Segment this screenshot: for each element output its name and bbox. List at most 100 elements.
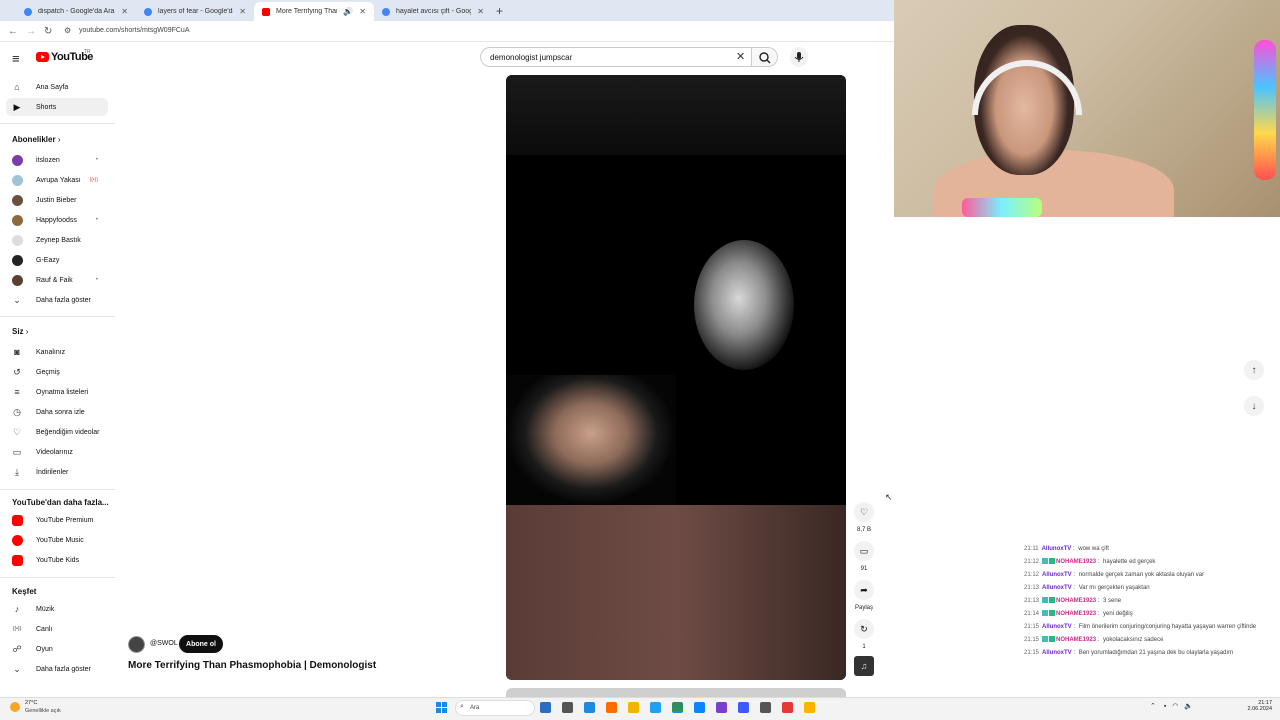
taskbar-app-icon[interactable] bbox=[694, 702, 705, 713]
close-icon[interactable]: ✕ bbox=[121, 7, 128, 16]
tab-hayalet-avcisi[interactable]: hayalet avcısı çift - Google'da A ✕ bbox=[374, 2, 492, 21]
new-tab-button[interactable]: + bbox=[496, 4, 503, 18]
speaker-icon[interactable]: 🔊 bbox=[343, 7, 353, 16]
comment-icon: ▭ bbox=[859, 545, 869, 556]
sidebar-item-mu-zik[interactable]: ♪ Müzik bbox=[6, 600, 108, 618]
search-icon: ⌕ bbox=[460, 703, 464, 710]
sidebar-item-avrupa-yakas[interactable]: Avrupa Yakası ((•)) bbox=[6, 171, 108, 189]
home-icon: ⌂ bbox=[14, 82, 20, 92]
taskbar-search[interactable]: ⌕ Ara bbox=[455, 700, 535, 716]
subscriptions-heading[interactable]: Abonelikler › bbox=[12, 135, 60, 144]
you-heading[interactable]: Siz › bbox=[12, 327, 28, 336]
avatar bbox=[11, 274, 23, 286]
sidebar-item-rauf-faik[interactable]: Rauf & Faik • bbox=[6, 271, 108, 289]
weather-sun-icon[interactable] bbox=[10, 702, 20, 712]
sidebar-item-videolar-n-z[interactable]: ▭ Videolarınız bbox=[6, 443, 108, 461]
sidebar-item-oynatma-listeleri[interactable]: ≡ Oynatma listeleri bbox=[6, 383, 108, 401]
taskbar-app-icon[interactable] bbox=[716, 702, 727, 713]
weather-description[interactable]: Genellikle açık bbox=[25, 708, 61, 714]
subscribe-button[interactable]: Abone ol bbox=[179, 635, 223, 653]
app-tray-icon[interactable]: ▪ bbox=[1164, 703, 1166, 710]
sidebar-item-justin-bieber[interactable]: Justin Bieber bbox=[6, 191, 108, 209]
sidebar-item-home[interactable]: ⌂ Ana Sayfa bbox=[6, 78, 108, 96]
new-content-indicator: ((•)) bbox=[89, 177, 98, 183]
url-field[interactable]: youtube.com/shorts/mtsgW09FCuA bbox=[79, 27, 190, 34]
taskbar-app-icon[interactable] bbox=[562, 702, 573, 713]
taskbar-app-icon[interactable] bbox=[540, 702, 551, 713]
tab-dispatch[interactable]: dispatch - Google'da Ara ✕ bbox=[16, 2, 136, 21]
previous-short-button[interactable]: ↑ bbox=[1244, 360, 1264, 380]
taskbar-app-icon[interactable] bbox=[782, 702, 793, 713]
tab-youtube-active[interactable]: More Terrifying Than Phasm 🔊 ✕ bbox=[254, 2, 374, 21]
like-button[interactable]: ♡ bbox=[854, 502, 874, 522]
remix-button[interactable]: ↻ bbox=[854, 619, 874, 639]
voice-search-button[interactable] bbox=[790, 47, 808, 67]
chat-timestamp: 21:11 bbox=[1024, 546, 1039, 552]
sidebar-item-shorts[interactable]: ▶ Shorts bbox=[6, 98, 108, 116]
taskbar-app-icon[interactable] bbox=[672, 702, 683, 713]
chevron-up-icon[interactable]: ⌃ bbox=[1150, 703, 1156, 710]
sidebar-item-youtube-music[interactable]: YouTube Music bbox=[6, 531, 108, 549]
chat-username: AllunoxTV bbox=[1042, 585, 1072, 591]
taskbar-app-icon[interactable] bbox=[650, 702, 661, 713]
sidebar-item-beg-endig-im-videolar[interactable]: ♡ Beğendiğim videolar bbox=[6, 423, 108, 441]
forward-icon[interactable]: → bbox=[26, 26, 36, 37]
back-icon[interactable]: ← bbox=[8, 26, 18, 37]
menu-icon[interactable]: ≡ bbox=[12, 51, 20, 66]
site-info-icon[interactable]: ⚙ bbox=[64, 26, 71, 35]
like-count: 8,7 B bbox=[856, 527, 871, 533]
volume-icon[interactable]: 🔈 bbox=[1184, 703, 1193, 710]
sidebar-item-youtube-kids[interactable]: YouTube Kids bbox=[6, 551, 108, 569]
sidebar-item-g-eazy[interactable]: G-Eazy bbox=[6, 251, 108, 269]
google-favicon-icon bbox=[382, 7, 390, 16]
sidebar-item-gec-mis[interactable]: ↺ Geçmiş bbox=[6, 363, 108, 381]
share-button[interactable]: ➦ bbox=[854, 580, 874, 600]
sidebar-item-youtube-premium[interactable]: YouTube Premium bbox=[6, 511, 108, 529]
chat-timestamp: 21:15 bbox=[1024, 637, 1040, 643]
search-button[interactable] bbox=[752, 47, 778, 67]
reload-icon[interactable]: ↻ bbox=[44, 26, 52, 37]
shorts-video-player[interactable] bbox=[506, 75, 846, 680]
channel-avatar[interactable] bbox=[128, 636, 145, 653]
taskbar-app-icon[interactable] bbox=[760, 702, 771, 713]
chat-username: AllunoxTV bbox=[1041, 546, 1072, 552]
sidebar-item-itslozen[interactable]: itslozen • bbox=[6, 151, 108, 169]
taskbar-app-icon[interactable] bbox=[804, 702, 815, 713]
sidebar-item-i-ndirilenler[interactable]: ⤓ İndirilenler bbox=[6, 463, 108, 481]
windows-start-icon[interactable] bbox=[436, 702, 447, 713]
sidebar-item-oyun[interactable]: ☍ Oyun bbox=[6, 640, 108, 658]
taskbar-app-icon[interactable] bbox=[606, 702, 617, 713]
show-more-subscriptions[interactable]: ⌄ Daha fazla göster bbox=[6, 291, 108, 309]
taskbar-app-icon[interactable] bbox=[628, 702, 639, 713]
wifi-icon[interactable]: ◠ bbox=[1172, 703, 1178, 710]
close-icon[interactable]: ✕ bbox=[477, 7, 484, 16]
tab-layers-of-fear[interactable]: layers of fear - Google'da Ara ✕ bbox=[136, 2, 254, 21]
video-title[interactable]: More Terrifying Than Phasmophobia | Demo… bbox=[128, 660, 376, 671]
share-label: Paylaş bbox=[854, 605, 873, 611]
chat-username: NOHAME1923 bbox=[1056, 598, 1097, 604]
close-icon[interactable]: ✕ bbox=[359, 7, 366, 16]
sidebar-item-happyfoodss[interactable]: Happyfoodss • bbox=[6, 211, 108, 229]
comment-count: 91 bbox=[860, 566, 868, 572]
weather-temperature[interactable]: 27°C bbox=[25, 700, 37, 706]
next-short-button[interactable]: ↓ bbox=[1244, 396, 1264, 416]
sidebar-item-daha-fazla-go-ster[interactable]: ⌄ Daha fazla göster bbox=[6, 660, 108, 678]
sidebar-item-daha-sonra-izle[interactable]: ◷ Daha sonra izle bbox=[6, 403, 108, 421]
sidebar-item-canl[interactable]: ((•)) Canlı bbox=[6, 620, 108, 638]
search-input[interactable] bbox=[480, 47, 752, 67]
sound-thumbnail[interactable]: ♫ bbox=[854, 656, 874, 676]
channel-name[interactable]: @SWOL bbox=[150, 640, 178, 647]
taskbar-clock[interactable]: 21:17 2.06.2024 bbox=[1240, 700, 1272, 712]
close-icon[interactable]: ✕ bbox=[239, 7, 246, 16]
tab-title: layers of fear - Google'da Ara bbox=[158, 8, 234, 15]
system-tray[interactable]: ⌃ ▪ ◠ 🔈 bbox=[1150, 702, 1193, 710]
taskbar-app-icon[interactable] bbox=[738, 702, 749, 713]
comment-button[interactable]: ▭ bbox=[854, 541, 874, 561]
sidebar-item-kanal-n-z[interactable]: ◙ Kanalınız bbox=[6, 343, 108, 361]
taskbar-app-icon[interactable] bbox=[584, 702, 595, 713]
shorts-icon: ▶ bbox=[13, 101, 21, 112]
chat-username: AllunoxTV bbox=[1042, 650, 1072, 656]
sidebar-item-zeynep-bast-k[interactable]: Zeynep Bastık bbox=[6, 231, 108, 249]
youtube-logo-icon[interactable] bbox=[36, 52, 49, 62]
clear-search-icon[interactable]: ✕ bbox=[736, 50, 745, 63]
